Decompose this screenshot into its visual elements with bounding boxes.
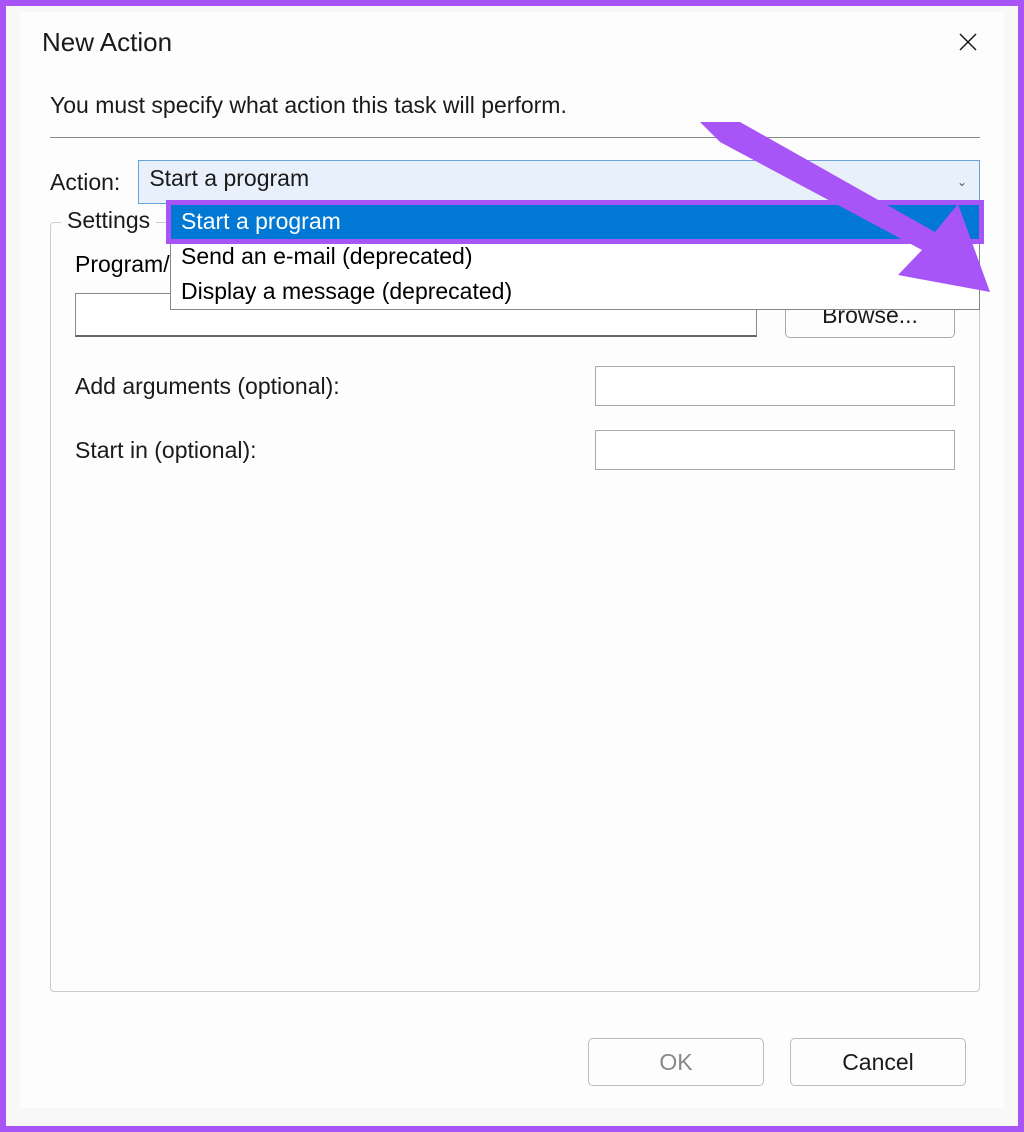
action-dropdown-list: Start a program Send an e-mail (deprecat…: [170, 204, 980, 310]
action-row: Action: Start a program ⌄ Start a progra…: [50, 160, 980, 204]
action-label: Action:: [50, 169, 120, 196]
action-selected-value: Start a program: [149, 165, 309, 191]
instruction-text: You must specify what action this task w…: [50, 92, 980, 119]
dropdown-option-start-program[interactable]: Start a program: [171, 204, 979, 239]
dialog-body: You must specify what action this task w…: [20, 72, 1004, 1024]
start-in-row: Start in (optional):: [75, 430, 955, 470]
dropdown-option-display-message[interactable]: Display a message (deprecated): [171, 274, 979, 309]
title-bar: New Action: [20, 12, 1004, 72]
dropdown-option-send-email[interactable]: Send an e-mail (deprecated): [171, 239, 979, 274]
start-in-label: Start in (optional):: [75, 437, 257, 464]
ok-button[interactable]: OK: [588, 1038, 764, 1086]
divider: [50, 137, 980, 138]
new-action-dialog: New Action You must specify what action …: [20, 12, 1004, 1108]
settings-legend: Settings: [61, 207, 156, 234]
action-dropdown[interactable]: Start a program ⌄: [138, 160, 980, 204]
add-arguments-label: Add arguments (optional):: [75, 373, 340, 400]
chevron-down-icon: ⌄: [957, 175, 967, 189]
cancel-button[interactable]: Cancel: [790, 1038, 966, 1086]
add-arguments-input[interactable]: [595, 366, 955, 406]
add-arguments-row: Add arguments (optional):: [75, 366, 955, 406]
dialog-footer: OK Cancel: [20, 1024, 1004, 1108]
dialog-title: New Action: [42, 27, 172, 58]
close-button[interactable]: [948, 22, 988, 62]
close-icon: [959, 33, 977, 51]
start-in-input[interactable]: [595, 430, 955, 470]
settings-group: Settings Program/script: Browse... Add a…: [50, 222, 980, 992]
